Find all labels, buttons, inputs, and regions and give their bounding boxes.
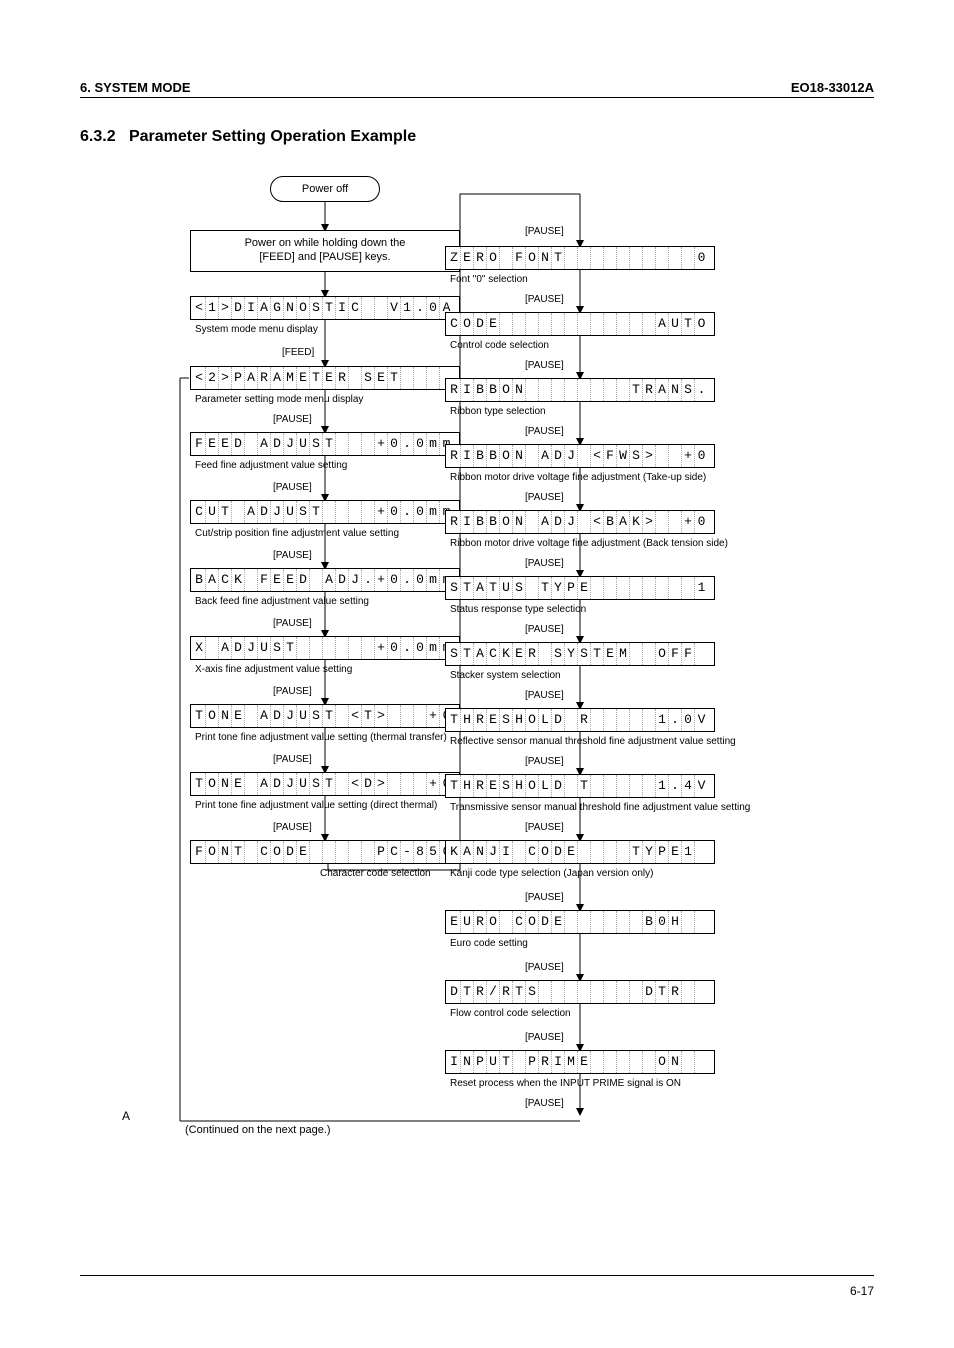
return-anchor-a: A [122, 1109, 130, 1123]
key-pause-r7: [PAUSE] [525, 690, 564, 701]
label-param: Parameter setting mode menu display [195, 394, 363, 405]
key-pause-1: [PAUSE] [273, 414, 312, 425]
key-pause-r8: [PAUSE] [525, 756, 564, 767]
key-pause-r6: [PAUSE] [525, 624, 564, 635]
key-pause-2: [PAUSE] [273, 482, 312, 493]
lcd-dtr-rts: DTR/RTS DTR [445, 980, 715, 1004]
power-off: Power off [270, 176, 380, 202]
lcd-feed-adj: FEED ADJUST +0.0mm [190, 432, 460, 456]
label-status: Status response type selection [450, 604, 586, 615]
lcd-x-adj: X ADJUST +0.0mm [190, 636, 460, 660]
lcd-code: CODE AUTO [445, 312, 715, 336]
label-zero: Font "0" selection [450, 274, 528, 285]
label-rfws: Ribbon motor drive voltage fine adjustme… [450, 472, 770, 483]
lcd-font-code: FONT CODE PC-850 [190, 840, 460, 864]
header-left: 6. SYSTEM MODE [80, 80, 191, 95]
flow-diagram: Power off Power on while holding down th… [80, 174, 874, 1194]
label-feed: Feed fine adjustment value setting [195, 460, 347, 471]
lcd-kanji: KANJI CODE TYPE1 [445, 840, 715, 864]
header-right: EO18-33012A [791, 80, 874, 95]
footer-rule [80, 1275, 874, 1276]
lcd-ribbon: RIBBON TRANS. [445, 378, 715, 402]
key-pause-5: [PAUSE] [273, 686, 312, 697]
key-feed-1: [FEED] [282, 347, 314, 358]
key-pause-r13: [PAUSE] [525, 1098, 564, 1109]
lcd-cut-adj: CUT ADJUST +0.0mm [190, 500, 460, 524]
lcd-parameter-set: <2>PARAMETER SET [190, 366, 460, 390]
label-rbak: Ribbon motor drive voltage fine adjustme… [450, 538, 790, 549]
lcd-diagnostic: <1>DIAGNOSTIC V1.0A [190, 296, 460, 320]
label-toned: Print tone fine adjustment value setting… [195, 800, 465, 811]
key-pause-4: [PAUSE] [273, 618, 312, 629]
label-tht: Transmissive sensor manual threshold fin… [450, 802, 800, 813]
lcd-ribbon-fws: RIBBON ADJ <FWS> +0 [445, 444, 715, 468]
label-dtr: Flow control code selection [450, 1008, 571, 1019]
lcd-backfeed-adj: BACK FEED ADJ.+0.0mm [190, 568, 460, 592]
page-number: 6-17 [850, 1284, 874, 1298]
lcd-threshold-t: THRESHOLD T 1.4V [445, 774, 715, 798]
lcd-input-prime: INPUT PRIME ON [445, 1050, 715, 1074]
label-sysmode: System mode menu display [195, 324, 318, 335]
lcd-tone-d: TONE ADJUST <D> +0 [190, 772, 460, 796]
label-stacker: Stacker system selection [450, 670, 561, 681]
key-pause-7: [PAUSE] [273, 822, 312, 833]
label-x: X-axis fine adjustment value setting [195, 664, 352, 675]
key-pause-r12: [PAUSE] [525, 1032, 564, 1043]
lcd-ribbon-bak: RIBBON ADJ <BAK> +0 [445, 510, 715, 534]
label-back: Back feed fine adjustment value setting [195, 596, 369, 607]
label-prime: Reset process when the INPUT PRIME signa… [450, 1078, 770, 1089]
lcd-threshold-r: THRESHOLD R 1.0V [445, 708, 715, 732]
label-cut: Cut/strip position fine adjustment value… [195, 528, 399, 539]
key-pause-6: [PAUSE] [273, 754, 312, 765]
label-font: Character code selection [320, 868, 431, 879]
key-pause-r5: [PAUSE] [525, 558, 564, 569]
lcd-euro: EURO CODE B0H [445, 910, 715, 934]
power-on-box: Power on while holding down the [FEED] a… [190, 230, 460, 272]
header-rule [80, 97, 874, 98]
label-ribbon: Ribbon type selection [450, 406, 546, 417]
lcd-zero-font: ZERO FONT 0 [445, 246, 715, 270]
lcd-status-type: STATUS TYPE 1 [445, 576, 715, 600]
key-pause-r2: [PAUSE] [525, 360, 564, 371]
key-pause-3: [PAUSE] [273, 550, 312, 561]
lcd-stacker: STACKER SYSTEM OFF [445, 642, 715, 666]
section-title: 6.3.2 Parameter Setting Operation Exampl… [80, 128, 874, 146]
key-pause-r10: [PAUSE] [525, 892, 564, 903]
key-pause-r0: [PAUSE] [525, 226, 564, 237]
key-pause-r1: [PAUSE] [525, 294, 564, 305]
key-pause-r3: [PAUSE] [525, 426, 564, 437]
label-thr: Reflective sensor manual threshold fine … [450, 736, 790, 747]
label-kanji: Kanji code type selection (Japan version… [450, 868, 770, 879]
key-pause-r9: [PAUSE] [525, 822, 564, 833]
key-pause-r4: [PAUSE] [525, 492, 564, 503]
label-euro: Euro code setting [450, 938, 528, 949]
lcd-tone-t: TONE ADJUST <T> +0 [190, 704, 460, 728]
label-tonet: Print tone fine adjustment value setting… [195, 732, 465, 743]
key-pause-r11: [PAUSE] [525, 962, 564, 973]
continued-note: (Continued on the next page.) [185, 1124, 331, 1136]
label-code: Control code selection [450, 340, 549, 351]
